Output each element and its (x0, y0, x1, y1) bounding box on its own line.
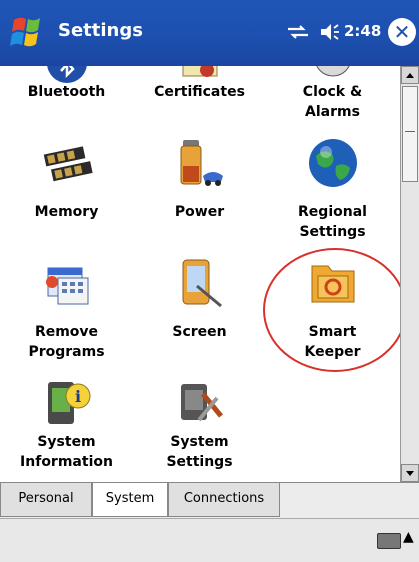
scroll-down-button[interactable] (401, 464, 419, 482)
menu-bar: ▲ (0, 518, 419, 562)
settings-item-label: Memory (34, 204, 99, 220)
settings-item-remove-programs[interactable]: Remove Programs (0, 256, 133, 376)
settings-item-certificates[interactable]: Certificates (133, 66, 266, 136)
settings-item-memory[interactable]: Memory (0, 136, 133, 256)
settings-item-label: Bluetooth (27, 84, 106, 100)
arrow-down-icon (406, 471, 414, 476)
power-icon (180, 140, 223, 186)
tab-strip: Personal System Connections (0, 482, 419, 519)
settings-item-label: Screen (172, 324, 227, 340)
settings-item-label: Certificates (154, 84, 245, 100)
settings-item-label: Power (174, 204, 225, 220)
settings-item-label: Clock & Alarms (302, 84, 363, 120)
highlight-circle (263, 248, 407, 372)
settings-item-bluetooth[interactable]: Bluetooth (0, 66, 133, 136)
settings-item-clock-alarms[interactable]: Clock & Alarms (266, 66, 399, 136)
system-settings-icon (181, 384, 223, 422)
close-icon: ✕ (393, 20, 411, 44)
settings-item-system-settings[interactable]: System Settings (133, 376, 266, 482)
memory-icon (43, 146, 93, 182)
connectivity-icon[interactable] (286, 24, 310, 40)
keyboard-icon[interactable] (377, 533, 401, 549)
close-button[interactable]: ✕ (388, 18, 416, 46)
scroll-up-button[interactable] (401, 66, 419, 84)
window-title: Settings (58, 20, 143, 41)
volume-icon[interactable] (318, 21, 340, 43)
input-panel-arrow-icon[interactable]: ▲ (403, 529, 414, 545)
settings-item-label: System Settings (166, 434, 233, 470)
tab-personal[interactable]: Personal (0, 483, 92, 517)
system-information-icon: i (48, 382, 91, 424)
settings-item-label: Regional Settings (298, 204, 367, 240)
settings-item-regional-settings[interactable]: Regional Settings (266, 136, 399, 256)
clock-time[interactable]: 2:48 (344, 22, 381, 40)
settings-item-system-information[interactable]: i System Information (0, 376, 133, 482)
title-bar: Settings 2:48 ✕ (0, 0, 419, 66)
tab-system[interactable]: System (92, 483, 168, 517)
remove-programs-icon (46, 267, 89, 305)
settings-item-label: System Information (20, 434, 113, 470)
arrow-up-icon (406, 73, 414, 78)
windows-start-logo[interactable] (8, 12, 52, 52)
vertical-scrollbar[interactable] (400, 66, 419, 482)
settings-item-label: Remove Programs (28, 324, 105, 360)
scroll-grip (405, 131, 415, 132)
scroll-thumb[interactable] (402, 86, 418, 182)
settings-item-power[interactable]: Power (133, 136, 266, 256)
globe-icon (309, 139, 357, 187)
tab-connections[interactable]: Connections (168, 483, 280, 517)
screen-icon (182, 259, 222, 308)
settings-item-screen[interactable]: Screen (133, 256, 266, 376)
svg-text:i: i (75, 387, 81, 406)
